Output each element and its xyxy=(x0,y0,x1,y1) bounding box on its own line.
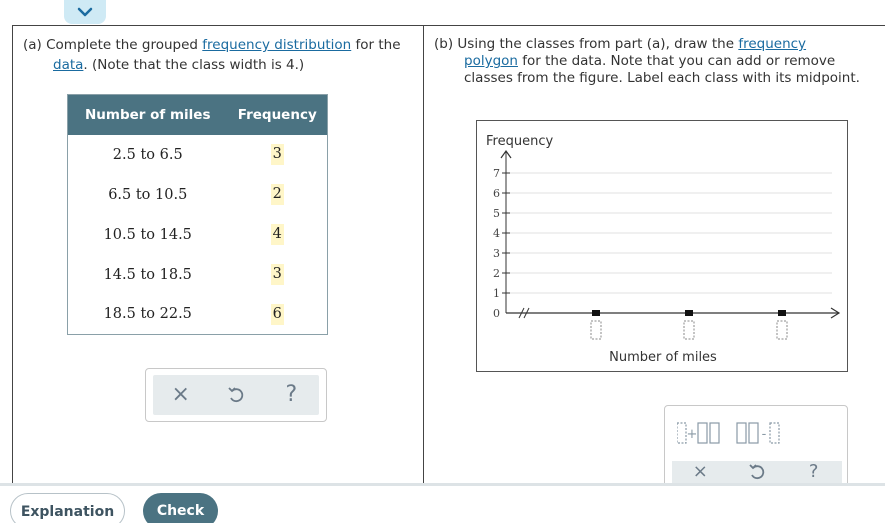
table-row: 10.5 to 14.5 4 xyxy=(68,215,328,255)
class-cell: 6.5 to 10.5 xyxy=(108,186,188,203)
data-link[interactable]: data xyxy=(53,57,83,73)
class-cell: 14.5 to 18.5 xyxy=(103,266,192,283)
y-tick-label: 6 xyxy=(493,187,500,200)
undo-button[interactable] xyxy=(216,375,256,415)
clear-graph-button[interactable]: × xyxy=(680,461,720,483)
undo-graph-button[interactable] xyxy=(737,461,777,483)
midpoint-label-input[interactable] xyxy=(776,320,788,340)
polygon-point[interactable] xyxy=(778,310,786,316)
frequency-polygon-graph[interactable]: Frequency 0 1 2 3 4 5 6 7 Number of miles xyxy=(476,120,848,372)
frequency-table: Number of miles Frequency 2.5 to 6.5 3 6… xyxy=(67,94,328,335)
midpoint-label-input[interactable] xyxy=(683,320,695,340)
undo-icon xyxy=(749,464,765,480)
column-header-class: Number of miles xyxy=(67,94,228,135)
polygon-point[interactable] xyxy=(592,310,600,316)
clear-button[interactable]: × xyxy=(161,375,201,415)
part-a-toolbar: × ? xyxy=(145,368,327,422)
svg-text:+: + xyxy=(687,427,698,442)
footer-bar xyxy=(0,483,885,523)
frequency-input[interactable]: 2 xyxy=(270,184,284,205)
svg-text:-: - xyxy=(762,427,767,442)
chevron-down-icon xyxy=(77,7,93,17)
column-header-frequency: Frequency xyxy=(227,94,328,135)
frequency-input[interactable]: 3 xyxy=(270,144,284,165)
frequency-distribution-link[interactable]: frequency distribution xyxy=(202,37,351,53)
y-tick-label: 2 xyxy=(493,267,500,280)
y-tick-label: 7 xyxy=(493,167,500,180)
table-row: 18.5 to 22.5 6 xyxy=(68,295,328,335)
polygon-point[interactable] xyxy=(685,310,693,316)
table-row: 14.5 to 18.5 3 xyxy=(68,255,328,295)
undo-icon xyxy=(228,387,244,403)
y-tick-label: 3 xyxy=(493,247,500,260)
y-tick-label: 4 xyxy=(493,227,500,240)
check-button[interactable]: Check xyxy=(143,493,218,523)
class-cell: 2.5 to 6.5 xyxy=(112,146,183,163)
y-tick-label: 1 xyxy=(493,287,500,300)
help-button[interactable]: ? xyxy=(271,375,311,415)
table-row: 2.5 to 6.5 3 xyxy=(68,135,328,175)
y-tick-label: 5 xyxy=(493,207,500,220)
y-tick-label: 0 xyxy=(493,307,500,320)
frequency-input[interactable]: 3 xyxy=(270,264,284,285)
y-axis-label: Frequency xyxy=(486,134,553,149)
remove-class-icon[interactable]: - xyxy=(736,422,780,444)
frequency-input[interactable]: 6 xyxy=(270,303,284,325)
table-row: 6.5 to 10.5 2 xyxy=(68,175,328,215)
part-a-prompt: (a) Complete the grouped frequency distr… xyxy=(23,37,401,73)
part-b-toolbar: + - × ? xyxy=(664,405,848,487)
frequency-input[interactable]: 4 xyxy=(270,224,284,245)
collapse-tab[interactable] xyxy=(64,0,106,24)
x-axis-label: Number of miles xyxy=(609,350,717,365)
class-cell: 18.5 to 22.5 xyxy=(103,306,192,323)
add-class-icon[interactable]: + xyxy=(677,422,720,444)
part-a-panel: (a) Complete the grouped frequency distr… xyxy=(12,25,424,483)
midpoint-label-input[interactable] xyxy=(590,320,602,340)
class-cell: 10.5 to 14.5 xyxy=(103,226,192,243)
help-graph-button[interactable]: ? xyxy=(794,461,834,483)
part-b-prompt: (b) Using the classes from part (a), dra… xyxy=(434,36,860,86)
graph-canvas[interactable]: Frequency 0 1 2 3 4 5 6 7 Number of miles xyxy=(477,121,849,373)
explanation-button[interactable]: Explanation xyxy=(10,493,125,523)
